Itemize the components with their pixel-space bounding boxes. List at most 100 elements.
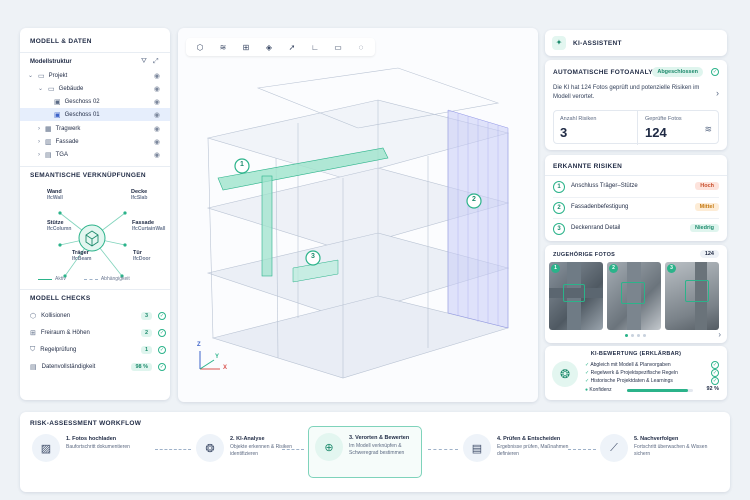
evaluation-title: KI-BEWERTUNG (ERKLÄRBAR)	[590, 351, 682, 357]
check-ok-icon: ✓	[158, 346, 166, 354]
clipboard-icon: ▤	[463, 434, 491, 462]
check-ok-icon: ✓	[158, 312, 166, 320]
target-icon: ⊕	[315, 433, 343, 461]
workflow-step-1[interactable]: ▨ 1. Fotos hochladen Baufortschritt dokum…	[32, 428, 150, 476]
semantic-title: SEMANTISCHE VERKNÜPFUNGEN	[30, 172, 146, 179]
node-tuer[interactable]: Tür IfcDoor	[133, 250, 151, 262]
tree-item-tga[interactable]: › ▤ TGA ◉	[20, 148, 170, 161]
risk-count: 3	[560, 125, 568, 140]
tree-item-projekt[interactable]: ⌄ ▭ Projekt ◉	[20, 69, 170, 82]
photo-thumbnail[interactable]: 3	[665, 262, 719, 330]
tree-item-geschoss-02[interactable]: ▣ Geschoss 02 ◉	[20, 95, 170, 108]
flow-arrow	[428, 449, 458, 450]
ai-assistant-header: ✦ KI-ASSISTENT	[545, 30, 727, 56]
check-count: 3	[140, 312, 152, 320]
check-ok-icon: ✓	[711, 68, 719, 76]
tree-label: Geschoss 01	[64, 111, 100, 118]
marker-label-1[interactable]: 1	[238, 161, 246, 168]
carousel-dots[interactable]	[625, 334, 646, 337]
node-fassade[interactable]: Fassade IfcCurtainWall	[132, 220, 165, 232]
tree-item-tragwerk[interactable]: › ▦ Tragwerk ◉	[20, 122, 170, 135]
marker-label-2[interactable]: 2	[470, 196, 478, 203]
eye-icon[interactable]: ◉	[154, 98, 160, 106]
tree-label: Projekt	[48, 72, 68, 79]
chevron-right-icon[interactable]: ›	[38, 126, 40, 132]
model-data-panel: MODELL & DATEN Modellstruktur ⛛ ⤢ ⌄ ▭ Pr…	[20, 28, 170, 400]
cube-icon: ⬡	[30, 313, 37, 320]
workflow-step-2[interactable]: ❂ 2. KI-Analyse Objekte erkennen & Risike…	[196, 428, 314, 476]
risk-row[interactable]: 1 Anschluss Träger–Stütze Hoch	[545, 177, 727, 197]
assistant-title: KI-ASSISTENT	[573, 40, 622, 47]
chevron-down-icon[interactable]: ⌄	[28, 72, 33, 79]
eye-icon[interactable]: ◉	[154, 72, 160, 80]
floor-icon: ▣	[54, 111, 61, 119]
facade-icon: ▥	[45, 138, 52, 146]
ai-evaluation-card: KI-BEWERTUNG (ERKLÄRBAR) ❂ ✓ Abgleich mi…	[545, 346, 727, 400]
flow-arrow	[282, 449, 304, 450]
photos-total-badge: 124	[699, 250, 719, 258]
risks-title: ERKANNTE RISIKEN	[553, 163, 623, 170]
photo-thumbnail[interactable]: 1	[549, 262, 603, 330]
check-kollisionen[interactable]: ⬡ Kollisionen 3 ✓	[30, 308, 170, 324]
eye-icon[interactable]: ◉	[154, 125, 160, 133]
node-wand[interactable]: Wand IfcWall	[47, 189, 63, 201]
eye-icon[interactable]: ◉	[154, 111, 160, 119]
workflow-step-4[interactable]: ▤ 4. Prüfen & Entscheiden Ergebnisse prüf…	[463, 428, 581, 476]
tree-item-fassade[interactable]: › ▥ Fassade ◉	[20, 135, 170, 148]
building-model[interactable]	[178, 28, 538, 402]
axis-y-label: Y	[215, 354, 220, 360]
eye-icon[interactable]: ◉	[154, 151, 160, 159]
shield-icon: ⛉	[30, 346, 36, 353]
evaluation-list: ✓ Abgleich mit Modell & Planvorgaben ✓ R…	[585, 362, 678, 384]
risk-row[interactable]: 2 Fassadenbefestigung Mittel	[545, 198, 727, 218]
node-traeger[interactable]: Träger IfcBeam	[72, 250, 91, 262]
check-count: 98 %	[131, 363, 152, 371]
model-viewport[interactable]: ⬡ ≋ ⊞ ◈ ➚ ∟ ▭ ◌ 1 2 3 Z Y X	[178, 28, 538, 402]
check-daten[interactable]: ▤ Datenvollständigkeit 98 % ✓	[30, 359, 170, 375]
photo-thumbnail[interactable]: 2	[607, 262, 661, 330]
check-ok-icon: ✓	[711, 369, 719, 377]
check-freiraum[interactable]: ⊞ Freiraum & Höhen 2 ✓	[30, 325, 170, 341]
confidence-bar	[627, 389, 693, 392]
tree-label: Tragwerk	[55, 125, 81, 132]
upload-photo-icon: ▨	[32, 434, 60, 462]
legend: Aktiv Abhängigkeit	[38, 276, 130, 282]
check-count: 2	[140, 329, 152, 337]
filter-icon[interactable]: ⛛	[141, 58, 147, 66]
chevron-right-icon[interactable]: ›	[716, 88, 719, 98]
marker-label-3[interactable]: 3	[309, 253, 317, 260]
tree-label: Gebäude	[58, 85, 84, 92]
chevron-right-icon[interactable]: ›	[38, 139, 40, 145]
central-node	[78, 224, 106, 252]
node-stuetze[interactable]: Stütze IfcColumn	[47, 220, 71, 232]
related-photos-card: ZUGEHÖRIGE FOTOS 124 1 2 3 ›	[545, 245, 727, 343]
check-count: 1	[140, 346, 152, 354]
node-decke[interactable]: Decke IfcSlab	[131, 189, 147, 201]
risk-count-label: Anzahl Risiken	[560, 116, 597, 122]
risk-row[interactable]: 3 Deckenrand Detail Niedrig	[545, 219, 727, 239]
photos-title: ZUGEHÖRIGE FOTOS	[553, 252, 616, 258]
check-regel[interactable]: ⛉ Regelprüfung 1 ✓	[30, 342, 170, 358]
axis-z-label: Z	[197, 342, 201, 348]
eye-icon[interactable]: ◉	[154, 138, 160, 146]
expand-icon[interactable]: ⤢	[153, 58, 159, 66]
analysis-title: AUTOMATISCHE FOTOANALYSE	[553, 69, 663, 76]
chevron-right-icon[interactable]: ›	[38, 152, 40, 158]
severity-badge: Niedrig	[690, 224, 719, 232]
chevron-right-icon[interactable]: ›	[718, 330, 721, 339]
tree-item-gebaeude[interactable]: ⌄ ▭ Gebäude ◉	[20, 82, 170, 95]
semantic-graph	[58, 211, 127, 278]
tree-item-geschoss-01[interactable]: ▣ Geschoss 01 ◉	[20, 108, 170, 121]
check-ok-icon: ✓	[158, 329, 166, 337]
workflow-panel: RISK-ASSESSMENT WORKFLOW ▨ 1. Fotos hoch…	[20, 412, 730, 492]
status-badge: Abgeschlossen	[652, 67, 703, 77]
workflow-step-3[interactable]: ⊕ 3. Verorten & Bewerten Im Modell verknü…	[308, 426, 422, 478]
workflow-step-5[interactable]: ⟋ 5. Nachverfolgen Fortschritt überwachen…	[600, 428, 718, 476]
sparkle-icon: ✦	[552, 36, 566, 50]
checks-title: MODELL CHECKS	[30, 295, 91, 302]
structure-icon: ▦	[45, 125, 52, 133]
chevron-down-icon[interactable]: ⌄	[38, 85, 43, 92]
database-icon: ▤	[30, 364, 37, 371]
eye-icon[interactable]: ◉	[154, 85, 160, 93]
check-ok-icon: ✓	[711, 377, 719, 385]
